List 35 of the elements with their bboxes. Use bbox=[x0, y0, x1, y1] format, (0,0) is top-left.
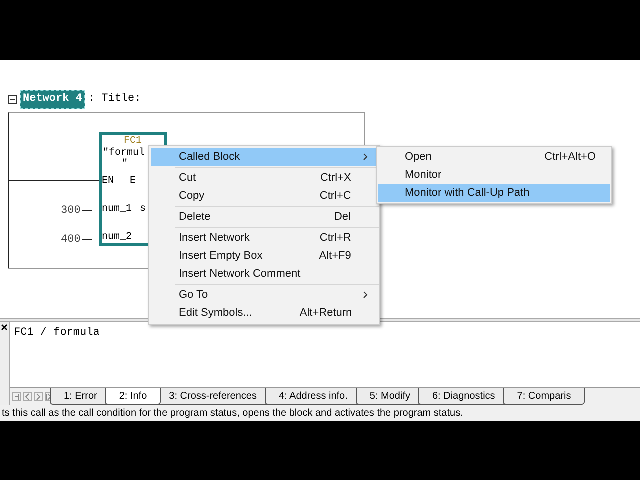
block-symbol: "formul bbox=[102, 148, 146, 158]
menu-item[interactable]: Insert Network Comment bbox=[151, 265, 377, 283]
menu-item[interactable]: Go To bbox=[151, 286, 377, 304]
input-value: 400 bbox=[61, 232, 81, 248]
menu-item[interactable]: Copy Ctrl+C bbox=[151, 187, 377, 205]
info-text: FC1 / formula bbox=[13, 326, 101, 341]
pin-label: num_1 bbox=[102, 204, 132, 216]
close-icon[interactable] bbox=[1, 324, 8, 331]
pin-label: s bbox=[140, 204, 146, 216]
next-icon[interactable] bbox=[34, 392, 43, 401]
menu-item[interactable]: Open Ctrl+Alt+O bbox=[378, 148, 610, 166]
pin-label: EN bbox=[102, 176, 114, 188]
chevron-right-icon bbox=[363, 291, 369, 299]
menu-item[interactable]: Monitor with Call-Up Path bbox=[378, 184, 610, 202]
menu-item[interactable]: Insert Empty Box Alt+F9 bbox=[151, 247, 377, 265]
collapse-icon[interactable] bbox=[8, 94, 17, 104]
pin-label: E bbox=[130, 176, 136, 188]
menu-item[interactable]: Cut Ctrl+X bbox=[151, 169, 377, 187]
network-title: : Title: bbox=[88, 92, 142, 107]
chevron-right-icon bbox=[363, 153, 369, 161]
menu-item[interactable]: Delete Del bbox=[151, 208, 377, 226]
previous-icon[interactable] bbox=[23, 392, 32, 401]
menu-item[interactable]: Monitor bbox=[378, 166, 610, 184]
menu-item[interactable]: Edit Symbols... Alt+Return bbox=[151, 304, 377, 322]
menu-item[interactable]: Called Block bbox=[151, 148, 377, 166]
input-value: 300 bbox=[61, 204, 81, 218]
menu-item[interactable]: Insert Network Ctrl+R bbox=[151, 229, 377, 247]
pin-label: num_2 bbox=[102, 232, 132, 244]
panel-tab[interactable]: 2: Info bbox=[105, 388, 162, 405]
panel-tab[interactable]: 7: Comparis bbox=[503, 388, 586, 405]
block-name: FC1 bbox=[124, 136, 142, 148]
network-label[interactable]: Network 4 bbox=[20, 90, 86, 108]
block-symbol: " bbox=[121, 160, 128, 170]
first-page-icon[interactable] bbox=[12, 392, 21, 401]
status-text: ts this call as the call condition for the program status, opens the block and activates the program status. bbox=[1, 406, 464, 420]
